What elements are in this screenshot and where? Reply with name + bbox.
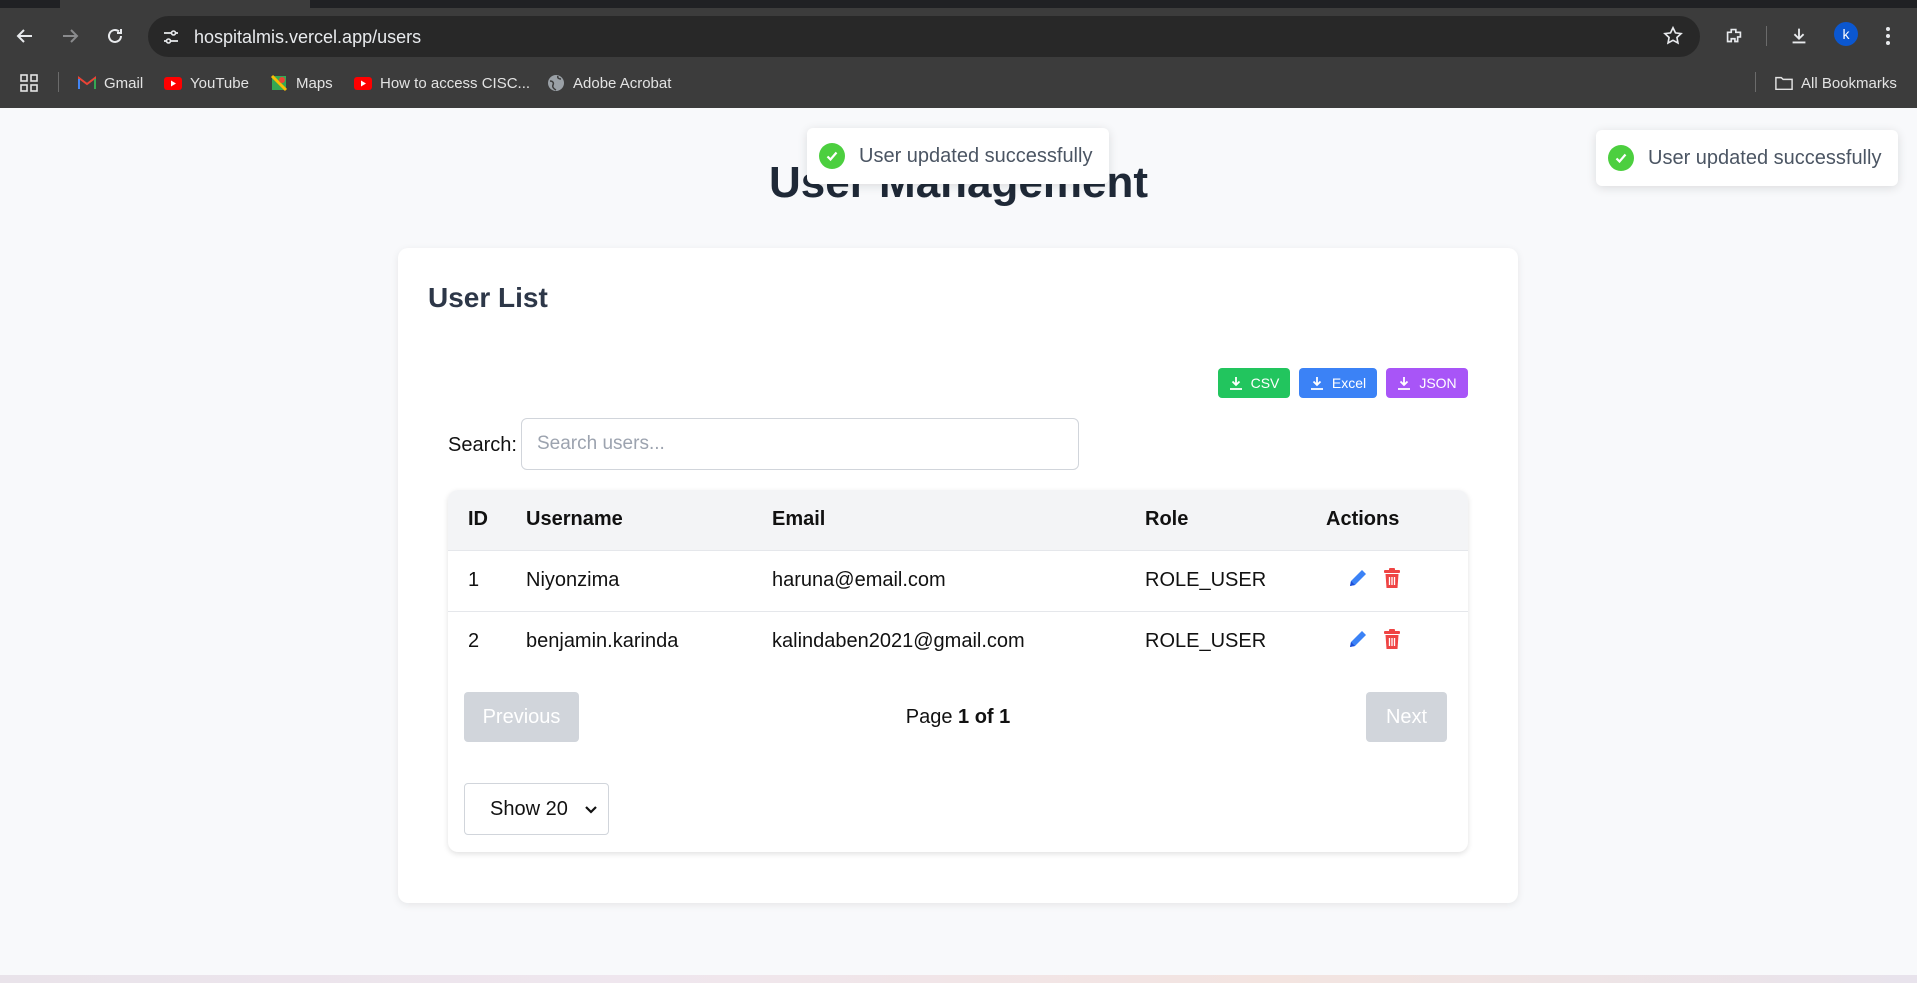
cell-email: haruna@email.com (772, 569, 946, 591)
taskbar-edge (0, 975, 1917, 983)
download-icon (1310, 377, 1323, 390)
bookmark-label: Maps (296, 74, 333, 92)
download-icon (1398, 377, 1411, 390)
navigation-bar: hospitalmis.vercel.app/users (0, 14, 1917, 58)
browser-chrome: hospitalmis.vercel.app/users k Gmail You… (0, 0, 1917, 108)
toast-message: User updated successfully (859, 144, 1093, 167)
bookmarks-divider (1755, 72, 1756, 92)
search-input[interactable] (521, 418, 1079, 470)
page-prefix: Page (905, 706, 953, 728)
bookmark-label: Gmail (104, 74, 144, 92)
bookmark-adobe-acrobat[interactable]: Adobe Acrobat (547, 71, 671, 95)
bookmark-maps[interactable]: Maps (270, 71, 333, 95)
user-list-card: User List CSV Excel JSON Search: ID User… (398, 248, 1518, 903)
folder-icon (1775, 74, 1793, 92)
globe-icon (547, 74, 565, 92)
menu-kebab-icon[interactable] (1872, 20, 1904, 52)
bookmark-gmail[interactable]: Gmail (78, 71, 143, 95)
cell-username: benjamin.karinda (526, 630, 679, 653)
cell-role: ROLE_USER (1145, 569, 1267, 591)
download-icon (1229, 377, 1242, 390)
tab-strip (0, 0, 1917, 8)
check-circle-icon (1608, 145, 1634, 171)
cell-username: Niyonzima (526, 569, 620, 591)
table-row: 2 benjamin.karinda kalindaben2021@gmail.… (448, 611, 1468, 672)
header-role: Role (1145, 508, 1189, 531)
delete-icon[interactable] (1380, 566, 1404, 590)
extensions-icon[interactable] (1718, 20, 1750, 52)
address-bar[interactable]: hospitalmis.vercel.app/users (148, 16, 1700, 57)
export-json-label: JSON (1419, 375, 1457, 391)
apps-grid-icon[interactable] (20, 71, 38, 95)
gmail-icon (78, 74, 96, 92)
cell-actions (1326, 611, 1468, 672)
header-actions: Actions (1326, 508, 1400, 531)
forward-icon[interactable] (54, 20, 86, 52)
cell-role: ROLE_USER (1145, 630, 1267, 653)
cell-actions (1326, 550, 1468, 611)
export-csv-label: CSV (1250, 375, 1280, 391)
all-bookmarks-label: All Bookmarks (1801, 74, 1897, 92)
back-icon[interactable] (9, 20, 41, 52)
cell-id: 2 (468, 630, 480, 653)
youtube-icon (164, 74, 182, 92)
export-excel-label: Excel (1331, 375, 1367, 391)
bookmark-label: How to access CISC... (380, 74, 531, 92)
toast-message: User updated successfully (1648, 146, 1882, 169)
export-json-button[interactable]: JSON (1386, 368, 1468, 398)
chevron-down-icon (585, 806, 597, 814)
site-settings-icon[interactable] (158, 24, 184, 50)
reload-icon[interactable] (99, 20, 131, 52)
page-size-select[interactable]: Show 20 (464, 783, 609, 835)
bookmarks-bar: Gmail YouTube Maps How to access CISC...… (0, 66, 1917, 100)
cell-email: kalindaben2021@gmail.com (772, 630, 1025, 653)
all-bookmarks[interactable]: All Bookmarks (1775, 71, 1897, 95)
active-tab[interactable] (60, 0, 310, 8)
export-excel-button[interactable]: Excel (1299, 368, 1377, 398)
url-text[interactable]: hospitalmis.vercel.app/users (194, 27, 421, 48)
check-circle-icon (819, 143, 845, 169)
next-button[interactable]: Next (1366, 692, 1447, 742)
success-toast[interactable]: User updated successfully (807, 128, 1109, 184)
header-username: Username (526, 508, 623, 531)
cell-id: 1 (468, 569, 480, 591)
search-label: Search: (448, 434, 517, 456)
bookmark-youtube[interactable]: YouTube (164, 71, 249, 95)
export-csv-button[interactable]: CSV (1218, 368, 1290, 398)
header-id: ID (468, 508, 488, 531)
bookmark-star-icon[interactable] (1662, 25, 1684, 52)
maps-icon (270, 74, 288, 92)
edit-icon[interactable] (1346, 627, 1370, 651)
table-header-row: ID Username Email Role Actions (448, 490, 1468, 550)
bookmark-label: YouTube (190, 74, 249, 92)
profile-avatar[interactable]: k (1834, 22, 1858, 46)
youtube-icon (354, 74, 372, 92)
page-indicator: Page 1 of 1 (448, 706, 1468, 729)
page-status: 1 of 1 (958, 706, 1011, 728)
table-row: 1 Niyonzima haruna@email.com ROLE_USER (448, 550, 1468, 611)
page-size-value: Show 20 (490, 797, 568, 820)
header-email: Email (772, 508, 826, 531)
bookmark-cisco[interactable]: How to access CISC... (354, 71, 530, 95)
card-title: User List (428, 282, 548, 313)
bookmark-label: Adobe Acrobat (573, 74, 672, 92)
success-toast[interactable]: User updated successfully (1596, 130, 1898, 186)
bookmarks-divider (58, 72, 59, 92)
edit-icon[interactable] (1346, 566, 1370, 590)
toolbar-divider (1766, 26, 1767, 46)
download-icon[interactable] (1783, 20, 1815, 52)
delete-icon[interactable] (1380, 627, 1404, 651)
